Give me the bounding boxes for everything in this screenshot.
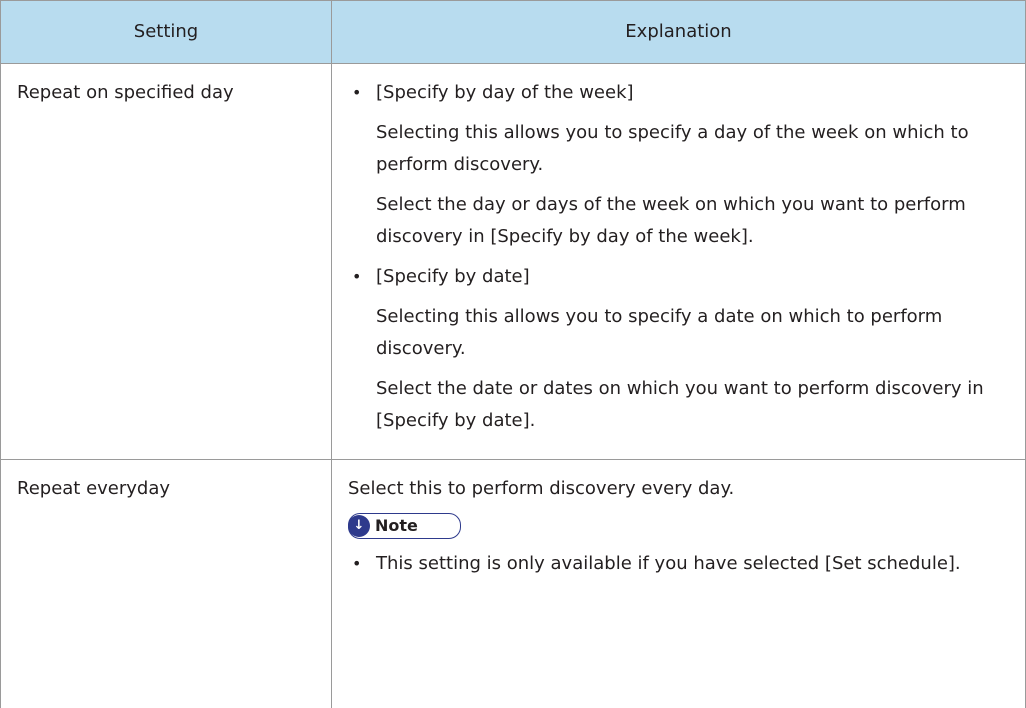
bullet-item: • [Specify by day of the week] <box>348 77 1011 109</box>
bullet-icon: • <box>352 77 361 109</box>
bullet-label: [Specify by date] <box>376 266 530 287</box>
down-arrow-note-icon: ↓ <box>348 515 370 537</box>
setting-cell: Repeat everyday <box>1 460 332 708</box>
settings-table: Setting Explanation Repeat on specified … <box>0 0 1026 708</box>
note-bullet-item: • This setting is only available if you … <box>348 548 1011 580</box>
bullet-item: • [Specify by date] <box>348 261 1011 293</box>
bullet-icon: • <box>352 261 361 293</box>
paragraph: Select the day or days of the week on wh… <box>348 189 1011 253</box>
paragraph: Select this to perform discovery every d… <box>348 473 1011 505</box>
setting-cell: Repeat on specified day <box>1 64 332 460</box>
explanation-cell: • [Specify by day of the week] Selecting… <box>332 64 1026 460</box>
bullet-label: [Specify by day of the week] <box>376 82 634 103</box>
explanation-cell: Select this to perform discovery every d… <box>332 460 1026 708</box>
bullet-icon: • <box>352 548 361 580</box>
note-label: Note <box>375 515 418 537</box>
paragraph: Select the date or dates on which you wa… <box>348 373 1011 437</box>
paragraph: Selecting this allows you to specify a d… <box>348 117 1011 181</box>
table-row: Repeat on specified day • [Specify by da… <box>1 64 1026 460</box>
note-heading: ↓ Note <box>348 513 461 539</box>
note-text: This setting is only available if you ha… <box>376 553 961 574</box>
header-setting: Setting <box>1 1 332 64</box>
header-explanation: Explanation <box>332 1 1026 64</box>
table-header-row: Setting Explanation <box>1 1 1026 64</box>
paragraph: Selecting this allows you to specify a d… <box>348 301 1011 365</box>
table-row: Repeat everyday Select this to perform d… <box>1 460 1026 708</box>
